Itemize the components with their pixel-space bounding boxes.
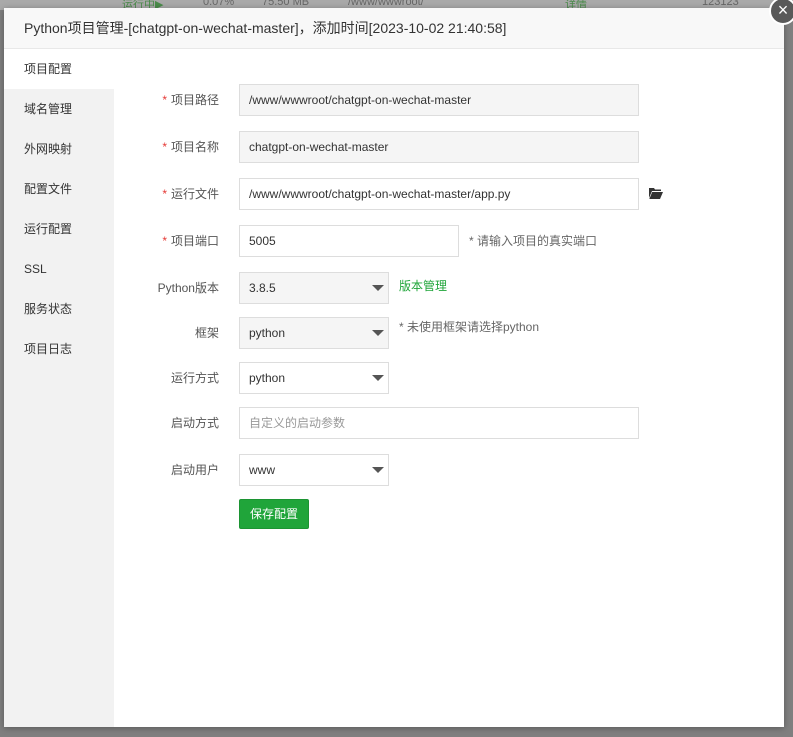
save-config-button[interactable]: 保存配置: [239, 499, 309, 529]
version-management-link[interactable]: 版本管理: [399, 272, 447, 304]
project-port-input[interactable]: 5005: [239, 225, 459, 257]
chevron-down-icon: [372, 467, 384, 473]
python-version-select[interactable]: 3.8.5: [239, 272, 389, 304]
sidebar-item-project-config[interactable]: 项目配置: [4, 49, 114, 89]
sidebar-item-config-file[interactable]: 配置文件: [4, 169, 114, 209]
row-start-params: 启动方式 自定义的启动参数: [114, 407, 784, 439]
close-icon: ×: [777, 0, 789, 20]
framework-label: 框架: [194, 326, 219, 340]
required-mark: *: [162, 187, 167, 201]
chevron-down-icon: [372, 375, 384, 381]
sidebar: 项目配置 域名管理 外网映射 配置文件 运行配置 SSL 服务状态 项目日志: [4, 49, 114, 727]
bg-memory: 75.50 MB: [262, 0, 310, 8]
row-project-name: * 项目名称 chatgpt-on-wechat-master: [114, 131, 784, 163]
close-button[interactable]: ×: [769, 0, 793, 25]
bg-id: 123123: [702, 0, 739, 8]
sidebar-item-ssl[interactable]: SSL: [4, 249, 114, 289]
sidebar-item-service-status[interactable]: 服务状态: [4, 289, 114, 329]
start-user-select[interactable]: www: [239, 454, 389, 486]
project-path-label: * 项目路径: [162, 93, 219, 107]
project-port-label: * 项目端口: [162, 234, 219, 248]
required-mark: *: [162, 93, 167, 107]
framework-select[interactable]: python: [239, 317, 389, 349]
python-version-label: Python版本: [157, 281, 219, 295]
row-start-user: 启动用户 www: [114, 454, 784, 486]
row-python-version: Python版本 3.8.5 版本管理: [114, 272, 784, 304]
port-hint: * 请输入项目的真实端口: [469, 234, 598, 248]
run-mode-select[interactable]: python: [239, 362, 389, 394]
sidebar-item-run-config[interactable]: 运行配置: [4, 209, 114, 249]
sidebar-item-project-log[interactable]: 项目日志: [4, 329, 114, 369]
project-settings-modal: Python项目管理-[chatgpt-on-wechat-master]，添加…: [4, 0, 793, 727]
project-name-label: * 项目名称: [162, 140, 219, 154]
row-project-path: * 项目路径 /www/wwwroot/chatgpt-on-wechat-mas…: [114, 84, 784, 116]
row-run-mode: 运行方式 python: [114, 362, 784, 394]
chevron-down-icon: [372, 330, 384, 336]
modal-title: Python项目管理-[chatgpt-on-wechat-master]，添加…: [4, 8, 784, 49]
sidebar-item-external-mapping[interactable]: 外网映射: [4, 129, 114, 169]
framework-hint: * 未使用框架请选择python: [399, 320, 540, 334]
required-mark: *: [162, 234, 167, 248]
row-run-file: * 运行文件 /www/wwwroot/chatgpt-on-wechat-mas…: [114, 178, 784, 210]
start-user-label: 启动用户: [170, 463, 219, 477]
sidebar-item-domain[interactable]: 域名管理: [4, 89, 114, 129]
start-params-label: 启动方式: [170, 416, 219, 430]
run-file-input[interactable]: /www/wwwroot/chatgpt-on-wechat-master/ap…: [239, 178, 639, 210]
bg-cpu: 0.07%: [203, 0, 235, 8]
project-path-input[interactable]: /www/wwwroot/chatgpt-on-wechat-master: [239, 84, 639, 116]
bg-path: /www/wwwroot/: [348, 0, 424, 8]
config-form: * 项目路径 /www/wwwroot/chatgpt-on-wechat-mas…: [114, 49, 784, 727]
run-file-label: * 运行文件: [162, 187, 219, 201]
row-framework: 框架 python * 未使用框架请选择python: [114, 317, 784, 349]
folder-open-icon[interactable]: [649, 187, 663, 199]
row-project-port: * 项目端口 5005 * 请输入项目的真实端口: [114, 225, 784, 257]
start-params-input[interactable]: 自定义的启动参数: [239, 407, 639, 439]
chevron-down-icon: [372, 285, 384, 291]
run-mode-label: 运行方式: [170, 371, 219, 385]
required-mark: *: [162, 140, 167, 154]
project-name-input[interactable]: chatgpt-on-wechat-master: [239, 131, 639, 163]
